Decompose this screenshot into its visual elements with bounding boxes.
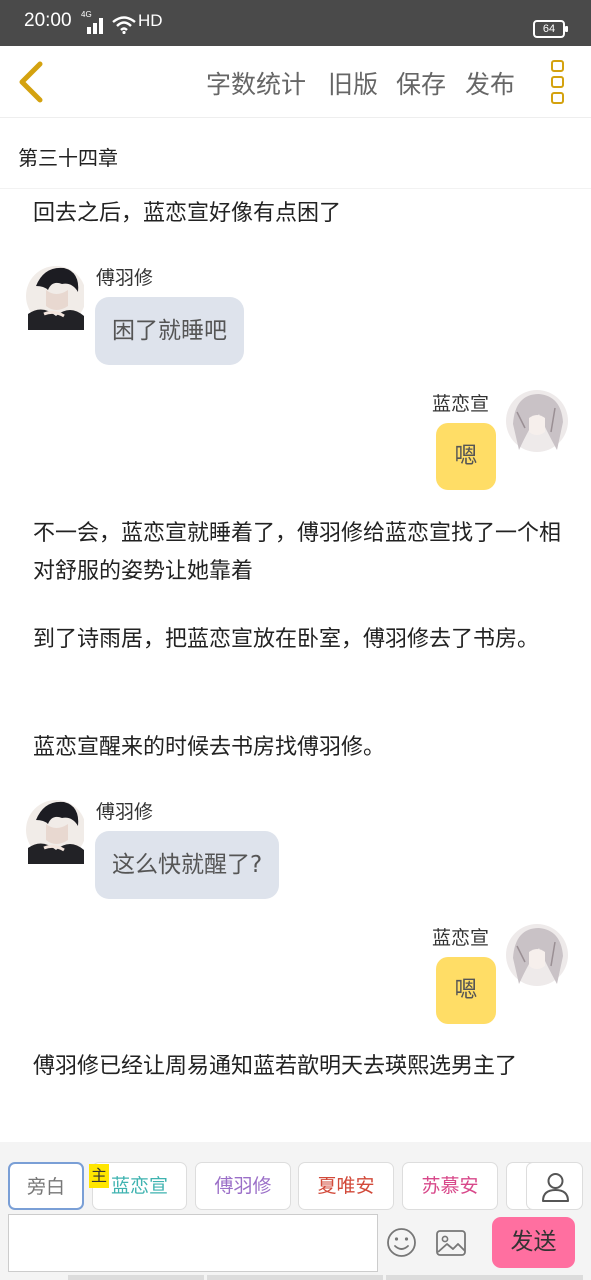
user-icon[interactable]	[526, 1162, 583, 1210]
avatar[interactable]	[24, 798, 84, 864]
avatar[interactable]	[24, 264, 84, 330]
message-input[interactable]	[8, 1214, 378, 1272]
main-role-badge: 主	[89, 1164, 109, 1188]
battery-icon: 64	[533, 20, 568, 38]
avatar[interactable]	[505, 922, 569, 988]
status-time: 20:00	[24, 10, 72, 31]
chat-bubble[interactable]: 嗯	[436, 957, 496, 1024]
old-version-button[interactable]: 旧版	[328, 65, 378, 101]
bottom-tab-strip	[68, 1275, 583, 1280]
narration-text[interactable]: 到了诗雨居，把蓝恋宣放在卧室，傅羽修去了书房。	[33, 621, 563, 659]
publish-button[interactable]: 发布	[465, 65, 515, 101]
role-composer-bar: 旁白 蓝恋宣 主 傅羽修 夏唯安 苏慕安 发送	[0, 1142, 591, 1280]
chapter-header: 第三十四章	[0, 119, 591, 189]
role-su-muan[interactable]: 苏慕安	[402, 1162, 498, 1210]
role-fu-yuxiu[interactable]: 傅羽修	[195, 1162, 291, 1210]
speaker-name: 蓝恋宣	[432, 393, 490, 415]
network-type: 4G	[81, 10, 92, 19]
speaker-name: 傅羽修	[96, 801, 154, 823]
chapter-title[interactable]: 第三十四章	[18, 142, 118, 171]
chat-bubble[interactable]: 嗯	[436, 423, 496, 490]
save-button[interactable]: 保存	[396, 65, 446, 101]
narration-text[interactable]: 蓝恋宣醒来的时候去书房找傅羽修。	[33, 729, 563, 767]
speaker-name: 傅羽修	[96, 267, 154, 289]
speaker-name: 蓝恋宣	[432, 927, 490, 949]
image-icon[interactable]	[435, 1229, 467, 1257]
top-nav: 字数统计 旧版 保存 发布	[0, 46, 591, 118]
send-button[interactable]: 发送	[492, 1217, 575, 1268]
narration-text[interactable]: 傅羽修已经让周易通知蓝若歆明天去瑛熙选男主了	[33, 1048, 563, 1086]
chat-bubble[interactable]: 困了就睡吧	[95, 297, 244, 365]
status-bar: 20:00 4G HD 64	[0, 0, 591, 46]
narration-text[interactable]: 不一会，蓝恋宣就睡着了，傅羽修给蓝恋宣找了一个相对舒服的姿势让她靠着	[33, 515, 563, 591]
vertical-menu-icon[interactable]	[547, 58, 569, 106]
hd-indicator: HD	[138, 11, 163, 30]
narration-text[interactable]: 回去之后，蓝恋宣好像有点困了	[33, 195, 563, 233]
story-content[interactable]: 回去之后，蓝恋宣好像有点困了 傅羽修 困了就睡吧 蓝恋宣 嗯 不一会，蓝恋宣就睡…	[0, 190, 591, 1140]
avatar[interactable]	[505, 388, 569, 454]
signal-icon: 4G	[81, 10, 105, 34]
role-narrator[interactable]: 旁白	[8, 1162, 84, 1210]
role-xia-weian[interactable]: 夏唯安	[298, 1162, 394, 1210]
chevron-left-icon[interactable]	[12, 58, 52, 106]
wifi-icon	[112, 16, 136, 34]
word-count-button[interactable]: 字数统计	[206, 65, 306, 101]
chat-bubble[interactable]: 这么快就醒了?	[95, 831, 280, 899]
emoji-icon[interactable]	[386, 1227, 417, 1258]
